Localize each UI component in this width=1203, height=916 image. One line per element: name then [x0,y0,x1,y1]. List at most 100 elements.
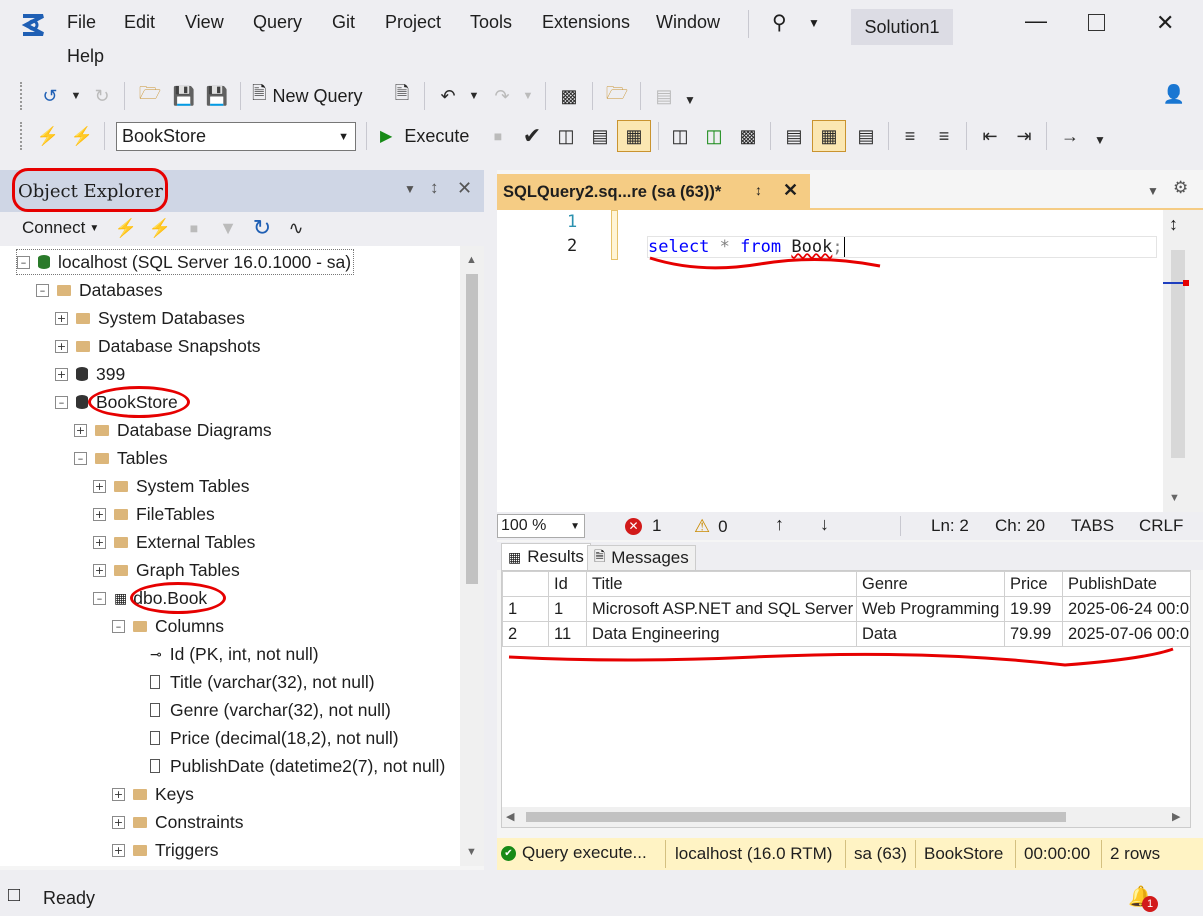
row-number[interactable]: 2 [502,621,549,647]
activity-monitor-icon[interactable]: ▩ [555,82,583,110]
collapse-icon[interactable]: – [74,451,87,465]
output-icon[interactable]: □ [8,884,20,907]
split-icon[interactable]: ↕ [1169,214,1178,235]
menu-window[interactable]: Window [656,12,720,33]
refresh-icon[interactable]: ↻ [248,214,276,242]
column-header[interactable]: Genre [856,571,1005,597]
tab-messages[interactable]: 🗎 Messages [587,545,696,570]
results-to-text-icon[interactable]: ▤ [780,122,808,150]
menu-tools[interactable]: Tools [470,12,512,33]
results-to-file-icon[interactable]: ▤ [852,122,880,150]
expand-icon[interactable]: + [93,563,106,577]
maximize-icon[interactable] [1088,14,1105,31]
tree-node-system-tables[interactable]: + System Tables [93,473,249,499]
gear-icon[interactable]: ⚙ [1173,178,1188,198]
tree-node-column-publishdate[interactable]: PublishDate (datetime2(7), not null) [150,753,445,779]
cell-genre[interactable]: Data [856,621,1005,647]
table-row[interactable]: 1 1 Microsoft ASP.NET and SQL Server Web… [502,596,1191,622]
connect-plug-icon[interactable]: ⚡ [34,122,62,150]
save-icon[interactable]: 💾 [170,82,198,110]
tree-node-db-399[interactable]: + 399 [55,361,125,387]
editor-vertical-scrollbar[interactable]: ↕ ▼ [1163,210,1203,515]
toolbar-grip[interactable] [20,122,26,150]
comment-icon[interactable]: ≡ [896,122,924,150]
expand-icon[interactable]: + [112,843,125,857]
chevron-down-icon[interactable]: ▼ [808,16,820,30]
collapse-icon[interactable]: – [93,591,106,605]
tree-vertical-scrollbar[interactable]: ▲ ▼ [460,246,484,866]
expand-icon[interactable]: + [74,423,87,437]
query-tab[interactable]: SQLQuery2.sq...re (sa (63))* ↕ ✕ [497,174,810,210]
tree-node-diagrams[interactable]: + Database Diagrams [74,417,272,443]
parse-checkmark-icon[interactable]: ✔ [518,122,546,150]
cell-id[interactable]: 11 [548,621,587,647]
zoom-select[interactable]: 100 % ▼ [497,514,585,538]
menu-query[interactable]: Query [253,12,302,33]
menu-project[interactable]: Project [385,12,441,33]
tree-node-triggers[interactable]: + Triggers [112,837,219,863]
scroll-left-icon[interactable]: ◀ [506,810,514,823]
forward-icon[interactable]: ↻ [88,82,116,110]
menu-help[interactable]: Help [67,46,104,67]
column-header[interactable]: Price [1004,571,1063,597]
tree-node-columns[interactable]: – Columns [112,613,224,639]
back-icon[interactable]: ↺ [36,82,64,110]
cell-title[interactable]: Microsoft ASP.NET and SQL Server [586,596,857,622]
expand-icon[interactable]: + [93,535,106,549]
warning-count[interactable]: ⚠ 0 [694,516,728,537]
tree-node-keys[interactable]: + Keys [112,781,194,807]
undo-dropdown-icon[interactable]: ▼ [460,82,488,110]
specify-values-icon[interactable]: → [1056,122,1084,150]
save-all-icon[interactable]: 💾 [203,82,231,110]
column-header[interactable]: Title [586,571,857,597]
close-icon[interactable]: ✕ [783,180,798,201]
cell-publishdate[interactable]: 2025-06-24 00:0 [1062,596,1191,622]
tree-node-snapshots[interactable]: + Database Snapshots [55,333,260,359]
tab-results[interactable]: ▦ Results [501,543,591,570]
collapse-icon[interactable]: – [55,395,68,409]
template-icon[interactable]: ▤ [650,82,678,110]
sqlcmd-mode-icon[interactable]: ▦ [617,120,651,152]
query-options-icon[interactable]: ▤ [586,122,614,150]
tree-node-server[interactable]: – localhost (SQL Server 16.0.1000 - sa) [16,249,355,275]
menu-view[interactable]: View [185,12,224,33]
arrow-up-icon[interactable]: ↑ [775,514,784,535]
arrow-down-icon[interactable]: ↓ [820,514,829,535]
column-header[interactable]: Id [548,571,587,597]
tree-node-graph-tables[interactable]: + Graph Tables [93,557,240,583]
cell-title[interactable]: Data Engineering [586,621,857,647]
scroll-down-icon[interactable]: ▼ [1169,492,1180,504]
close-icon[interactable]: ✕ [457,178,472,199]
toolbar-overflow-icon[interactable]: ▼ [676,86,704,114]
tree-node-tables[interactable]: – Tables [74,445,168,471]
cell-publishdate[interactable]: 2025-07-06 00:0 [1062,621,1191,647]
display-plan-icon[interactable]: ◫ [552,122,580,150]
results-grid[interactable]: Id Title Genre Price PublishDate 1 1 Mic… [501,570,1191,828]
expand-icon[interactable]: + [55,311,68,325]
activity-monitor-icon[interactable]: ∿ [282,214,310,242]
redo-dropdown-icon[interactable]: ▼ [514,82,542,110]
expand-icon[interactable]: + [112,787,125,801]
tree-node-system-databases[interactable]: + System Databases [55,305,245,331]
tree-node-column-title[interactable]: Title (varchar(32), not null) [150,669,375,695]
scroll-up-icon[interactable]: ▲ [466,254,477,266]
line-ending-indicator[interactable]: CRLF [1139,516,1183,536]
feedback-icon[interactable]: 👤 [1160,80,1188,108]
database-select[interactable]: BookStore ▼ [116,122,356,151]
cell-price[interactable]: 19.99 [1004,596,1063,622]
collapse-icon[interactable]: – [17,255,30,269]
connect-plug-icon[interactable]: ⚡ [112,214,140,242]
new-query-button[interactable]: 🗎 New Query [252,82,363,110]
pin-icon[interactable]: ↕ [755,182,762,198]
tree-node-column-id[interactable]: ⊸ Id (PK, int, not null) [150,641,319,667]
results-to-grid-icon[interactable]: ▦ [812,120,846,152]
tabs-indicator[interactable]: TABS [1071,516,1114,536]
decrease-indent-icon[interactable]: ⇤ [976,122,1004,150]
filter-icon[interactable]: ▼ [214,214,242,242]
disconnect-icon[interactable]: ⚡ [146,214,174,242]
uncomment-icon[interactable]: ≡ [930,122,958,150]
include-plan-icon[interactable]: ◫ [666,122,694,150]
execute-button[interactable]: ▶ Execute [380,122,469,150]
expand-icon[interactable]: + [112,815,125,829]
toolbar-overflow-icon[interactable]: ▼ [1086,126,1114,154]
